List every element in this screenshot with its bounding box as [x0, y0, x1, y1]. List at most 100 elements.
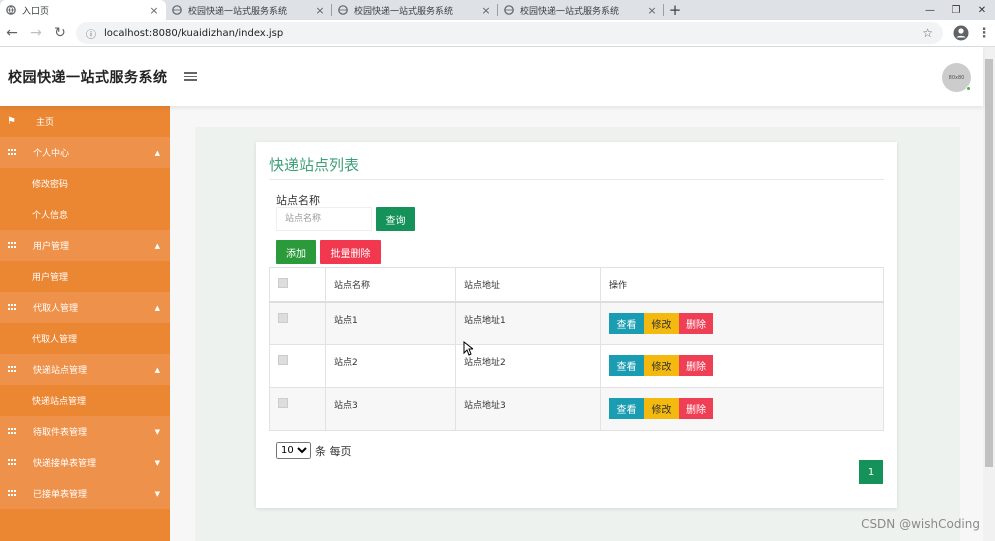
grid-icon [8, 303, 16, 312]
scrollbar-thumb[interactable] [985, 59, 993, 467]
tab-title: 校园快递一站式服务系统 [520, 6, 620, 17]
online-status-dot [966, 86, 971, 91]
row-checkbox[interactable] [278, 355, 288, 365]
url-bar[interactable]: ⓘ localhost:8080/kuaidizhan/index.jsp ☆ [76, 22, 943, 44]
browser-tab[interactable]: 入口页 × [0, 0, 166, 20]
page-scrollbar[interactable] [983, 47, 995, 541]
tab-title: 入口页 [22, 6, 50, 17]
grid-icon [8, 241, 16, 250]
grid-icon [8, 489, 16, 498]
menu-kebab-icon[interactable]: ⋮ [973, 21, 995, 45]
pagination-page-button[interactable]: 1 [859, 460, 883, 484]
edit-button[interactable]: 修改 [644, 312, 679, 334]
sidebar-group-orders-taken[interactable]: 已接单表管理 ▼ [0, 478, 170, 509]
table-row: 站点2 站点地址2 查看 修改 删除 [269, 344, 884, 388]
sidebar-item-label: 个人中心 [33, 149, 70, 159]
station-table: 站点名称 站点地址 操作 站点1 站点地址1 查看 修改 删除 站点2 站点地址… [269, 267, 884, 431]
row-checkbox[interactable] [278, 398, 288, 408]
caret-down-icon: ▼ [154, 458, 160, 467]
delete-button[interactable]: 删除 [679, 355, 713, 376]
info-icon[interactable]: ⓘ [86, 26, 96, 41]
sidebar-item-label: 已接单表管理 [33, 490, 88, 500]
sidebar-group-order-taking[interactable]: 快递接单表管理 ▼ [0, 447, 170, 478]
edit-button[interactable]: 修改 [644, 398, 679, 419]
mouse-cursor-icon [463, 340, 475, 360]
sidebar-item-label: 用户管理 [33, 242, 70, 252]
view-button[interactable]: 查看 [609, 312, 644, 334]
reload-icon[interactable]: ↻ [48, 21, 72, 45]
new-tab-plus-icon[interactable]: + [664, 0, 686, 20]
sidebar: ⚑ 主页 个人中心 ▲ 修改密码 个人信息 用户管理 ▲ 用户管理 代取人管理 … [0, 106, 170, 541]
station-address-cell: 站点地址2 [455, 344, 601, 388]
restore-icon[interactable]: ❐ [943, 0, 969, 20]
caret-up-icon: ▲ [154, 365, 160, 374]
station-address-cell: 站点地址1 [455, 301, 601, 345]
delete-button[interactable]: 删除 [679, 312, 713, 334]
sidebar-item-label: 个人信息 [32, 211, 69, 221]
address-bar-row: ← → ↻ ⓘ localhost:8080/kuaidizhan/index.… [0, 20, 995, 47]
bookmark-star-icon[interactable]: ☆ [922, 26, 933, 40]
page-size-select[interactable]: 10 [276, 442, 311, 459]
query-button[interactable]: 查询 [376, 207, 415, 231]
close-tab-icon[interactable]: × [646, 4, 658, 17]
close-tab-icon[interactable]: × [480, 4, 492, 17]
grid-icon [8, 458, 16, 467]
view-button[interactable]: 查看 [609, 398, 644, 419]
sidebar-group-user-management[interactable]: 用户管理 ▲ [0, 230, 170, 261]
close-window-icon[interactable]: ✕ [969, 0, 995, 20]
avatar[interactable]: 80x80 [942, 63, 971, 92]
page-size-suffix: 条 每页 [315, 444, 352, 458]
station-list-card: 快递站点列表 站点名称 查询 添加 批量删除 站点名称 站点地址 操作 站点1 … [256, 142, 897, 508]
actions-cell: 查看 修改 删除 [600, 344, 884, 388]
browser-tab[interactable]: 校园快递一站式服务系统 × [332, 0, 498, 20]
caret-down-icon: ▼ [154, 489, 160, 498]
sidebar-item-courier-management[interactable]: 代取人管理 [0, 323, 170, 354]
title-divider [269, 179, 884, 180]
profile-icon[interactable] [949, 21, 973, 45]
tab-title: 校园快递一站式服务系统 [354, 6, 454, 17]
app-title: 校园快递一站式服务系统 [8, 69, 168, 86]
close-tab-icon[interactable]: × [148, 4, 160, 17]
sidebar-item-label: 代取人管理 [32, 335, 78, 345]
browser-tab[interactable]: 校园快递一站式服务系统 × [166, 0, 332, 20]
minimize-icon[interactable]: — [917, 0, 943, 20]
station-name-search-input[interactable] [276, 207, 372, 231]
delete-button[interactable]: 删除 [679, 398, 713, 419]
grid-icon [8, 365, 16, 374]
watermark: CSDN @wishCoding [861, 517, 980, 531]
sidebar-item-station-management[interactable]: 快递站点管理 [0, 385, 170, 416]
app-header: 校园快递一站式服务系统 80x80 [0, 47, 983, 106]
sidebar-item-change-password[interactable]: 修改密码 [0, 168, 170, 199]
station-name-cell: 站点1 [325, 301, 456, 345]
table-row: 站点3 站点地址3 查看 修改 删除 [269, 387, 884, 431]
globe-icon [338, 5, 348, 15]
back-arrow-icon[interactable]: ← [0, 21, 24, 45]
caret-down-icon: ▼ [154, 427, 160, 436]
hamburger-menu-icon[interactable] [183, 72, 197, 81]
sidebar-item-label: 修改密码 [32, 180, 69, 190]
sidebar-group-personal-center[interactable]: 个人中心 ▲ [0, 137, 170, 168]
sidebar-group-courier-management[interactable]: 代取人管理 ▲ [0, 292, 170, 323]
sidebar-group-station-management[interactable]: 快递站点管理 ▲ [0, 354, 170, 385]
table-row: 站点1 站点地址1 查看 修改 删除 [269, 301, 884, 345]
sidebar-item-user-management[interactable]: 用户管理 [0, 261, 170, 292]
browser-tab[interactable]: 校园快递一站式服务系统 × [498, 0, 664, 20]
select-all-cell [269, 267, 326, 303]
sidebar-group-pending-pickup[interactable]: 待取件表管理 ▼ [0, 416, 170, 447]
close-tab-icon[interactable]: × [314, 4, 326, 17]
url-text: localhost:8080/kuaidizhan/index.jsp [104, 27, 284, 39]
row-checkbox[interactable] [278, 312, 288, 323]
sidebar-item-label: 快递站点管理 [33, 366, 88, 376]
view-button[interactable]: 查看 [609, 355, 644, 376]
bulk-delete-button[interactable]: 批量删除 [320, 240, 381, 264]
select-all-checkbox[interactable] [278, 277, 288, 288]
caret-up-icon: ▲ [154, 148, 160, 157]
sidebar-item-home[interactable]: ⚑ 主页 [0, 106, 170, 137]
add-button[interactable]: 添加 [276, 240, 316, 264]
sidebar-item-label: 待取件表管理 [33, 428, 88, 438]
search-label: 站点名称 [276, 194, 320, 207]
edit-button[interactable]: 修改 [644, 355, 679, 376]
forward-arrow-icon[interactable]: → [24, 21, 48, 45]
sidebar-item-label: 用户管理 [32, 273, 69, 283]
sidebar-item-personal-info[interactable]: 个人信息 [0, 199, 170, 230]
